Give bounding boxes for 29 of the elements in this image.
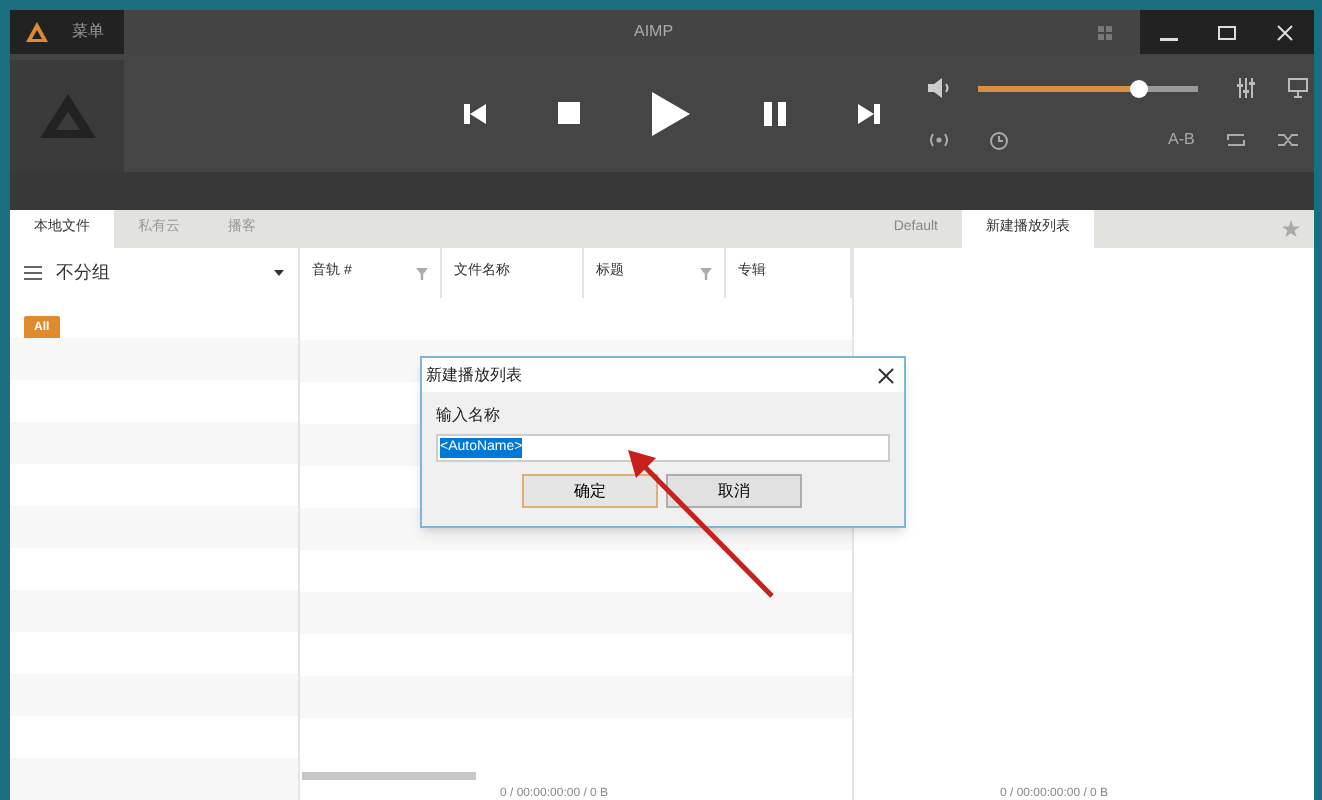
play-icon[interactable]: [652, 91, 690, 135]
window-title: AIMP: [634, 20, 674, 44]
monitor-icon[interactable]: [1288, 78, 1308, 98]
equalizer-icon[interactable]: [1236, 78, 1256, 98]
repeat-icon[interactable]: [1226, 132, 1247, 148]
close-icon[interactable]: [878, 367, 894, 383]
previous-icon[interactable]: [464, 103, 486, 123]
field-label: 输入名称: [436, 404, 502, 428]
volume-icon[interactable]: [928, 78, 950, 98]
logo-icon: [26, 22, 48, 42]
maximize-icon[interactable]: [1218, 23, 1236, 41]
pause-icon[interactable]: [764, 101, 786, 125]
star-icon[interactable]: [1282, 220, 1300, 239]
ab-repeat-button[interactable]: A-B: [1168, 128, 1195, 152]
scrollbar[interactable]: [302, 772, 476, 780]
dialog-button[interactable]: 取消: [666, 474, 802, 508]
caret-icon: [274, 270, 284, 276]
broadcast-icon[interactable]: [928, 132, 950, 148]
clock-icon[interactable]: [990, 131, 1008, 149]
next-icon[interactable]: [858, 103, 880, 123]
volume-slider[interactable]: [978, 85, 1198, 91]
menu-button[interactable]: 菜单: [72, 20, 104, 44]
grouping-dropdown[interactable]: 不分组: [10, 248, 298, 298]
menu-icon: [24, 266, 42, 280]
volume-thumb[interactable]: [1130, 79, 1149, 97]
dialog-title: 新建播放列表: [426, 363, 522, 387]
dialog-button[interactable]: 确定: [522, 474, 658, 508]
shuffle-icon[interactable]: [1278, 132, 1299, 148]
logo-icon: [39, 94, 95, 138]
